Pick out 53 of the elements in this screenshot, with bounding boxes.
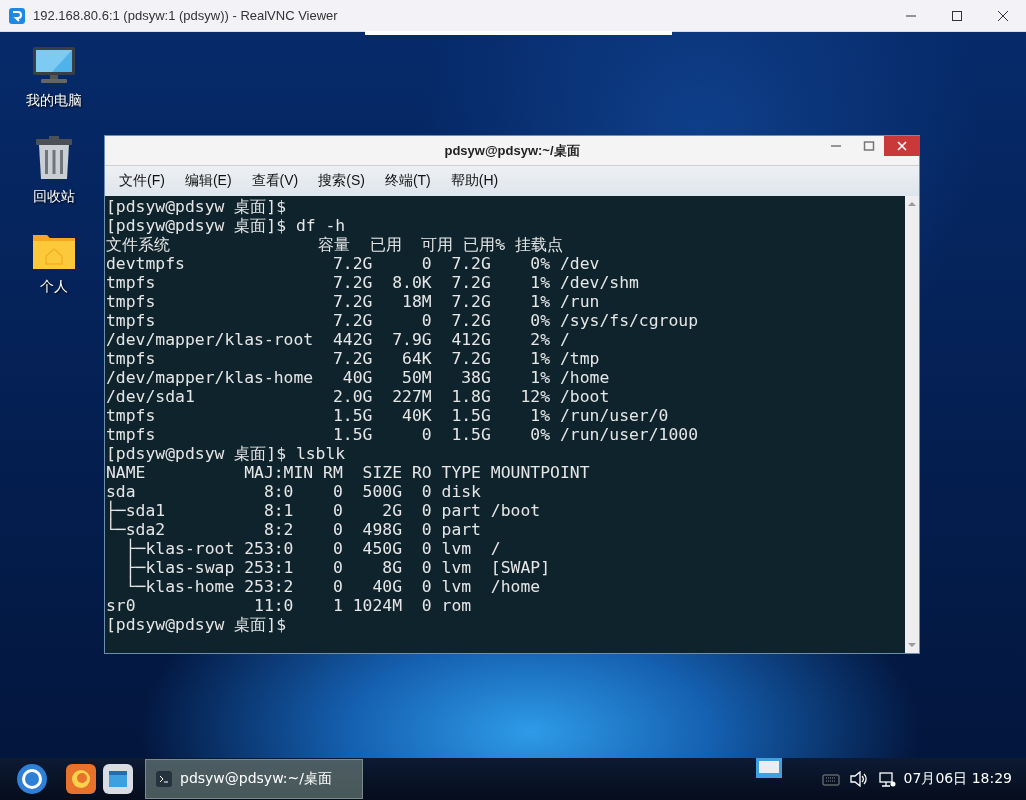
close-button[interactable] <box>884 136 920 156</box>
terminal-line: /dev/mapper/klas-root 442G 7.9G 412G 2% / <box>106 330 571 349</box>
terminal-line: tmpfs 7.2G 64K 7.2G 1% /tmp <box>106 349 601 368</box>
terminal-line: tmpfs 1.5G 0 1.5G 0% /run/user/1000 <box>106 425 700 444</box>
browser-icon[interactable] <box>66 764 96 794</box>
desktop-icon-label[interactable]: 我的电脑 <box>26 92 82 110</box>
terminal-icon <box>156 771 172 787</box>
terminal-line: ├─klas-root 253:0 0 450G 0 lvm / <box>124 539 502 558</box>
terminal-line: 文件系统 容量 已用 可用 已用% 挂载点 <box>106 235 565 254</box>
volume-icon[interactable] <box>849 771 868 787</box>
monitor-icon[interactable] <box>32 46 76 84</box>
home-folder-icon[interactable] <box>32 232 76 270</box>
toolbar-handle[interactable] <box>365 31 672 35</box>
menu-item[interactable]: 查看(V) <box>243 172 307 190</box>
desktop-icon-label[interactable]: 回收站 <box>33 188 75 206</box>
terminal-title: pdsyw@pdsyw:~/桌面 <box>444 141 580 160</box>
terminal-line: ├─sda1 8:1 0 2G 0 part /boot <box>106 501 542 520</box>
terminal-line: sda 8:0 0 500G 0 disk <box>106 482 482 501</box>
clock[interactable]: 07月06日 18:29 <box>903 770 1012 788</box>
terminal-line: NAME MAJ:MIN RM SIZE RO TYPE MOUNTPOINT <box>106 463 591 482</box>
terminal-line: [pdsyw@pdsyw 桌面]$ <box>106 197 288 216</box>
window-title: 192.168.80.6:1 (pdsyw:1 (pdsyw)) - RealVNC Viewer <box>33 8 339 23</box>
menu-item[interactable]: 编辑(E) <box>176 172 240 190</box>
terminal-line: ├─klas-swap 253:1 0 8G 0 lvm [SWAP] <box>124 558 552 577</box>
terminal-line: [pdsyw@pdsyw 桌面]$ df -h <box>106 216 347 235</box>
terminal-line: tmpfs 7.2G 8.0K 7.2G 1% /dev/shm <box>106 273 640 292</box>
maximize-icon <box>951 9 963 22</box>
taskbar-button[interactable]: pdsyw@pdsyw:~/桌面 <box>145 759 363 799</box>
terminal-line: /dev/mapper/klas-home 40G 50M 38G 1% /home <box>106 368 611 387</box>
desktop-icon-label[interactable]: 个人 <box>40 278 68 296</box>
menu-item[interactable]: 文件(F) <box>111 172 173 190</box>
close-icon <box>897 141 907 151</box>
menu-item[interactable]: 帮助(H) <box>442 172 507 190</box>
terminal-line: /dev/sda1 2.0G 227M 1.8G 12% /boot <box>106 387 611 406</box>
menu-item[interactable]: 终端(T) <box>376 172 439 190</box>
terminal-line: devtmpfs 7.2G 0 7.2G 0% /dev <box>106 254 601 273</box>
menu-item[interactable]: 搜索(S) <box>310 172 373 190</box>
network-icon[interactable] <box>877 770 896 788</box>
terminal-line: tmpfs 1.5G 40K 1.5G 1% /run/user/0 <box>106 406 670 425</box>
terminal-line: └─sda2 8:2 0 498G 0 part <box>106 520 482 539</box>
monitor-icon[interactable] <box>755 758 782 778</box>
terminal-line: tmpfs 7.2G 18M 7.2G 1% /run <box>106 292 601 311</box>
file-manager-icon[interactable] <box>103 764 133 794</box>
close-icon <box>997 9 1009 22</box>
trash-icon[interactable] <box>35 136 73 180</box>
maximize-icon <box>863 140 875 152</box>
terminal-line: tmpfs 7.2G 0 7.2G 0% /sys/fs/cgroup <box>106 311 700 330</box>
terminal-line: └─klas-home 253:2 0 40G 0 lvm /home <box>124 577 542 596</box>
app-logo-icon <box>9 7 25 24</box>
start-menu-icon[interactable] <box>16 763 48 795</box>
terminal-line: [pdsyw@pdsyw 桌面]$ lsblk <box>106 444 347 463</box>
terminal-line: [pdsyw@pdsyw 桌面]$ <box>106 615 288 634</box>
terminal-line: sr0 11:0 1 1024M 0 rom <box>106 596 473 615</box>
